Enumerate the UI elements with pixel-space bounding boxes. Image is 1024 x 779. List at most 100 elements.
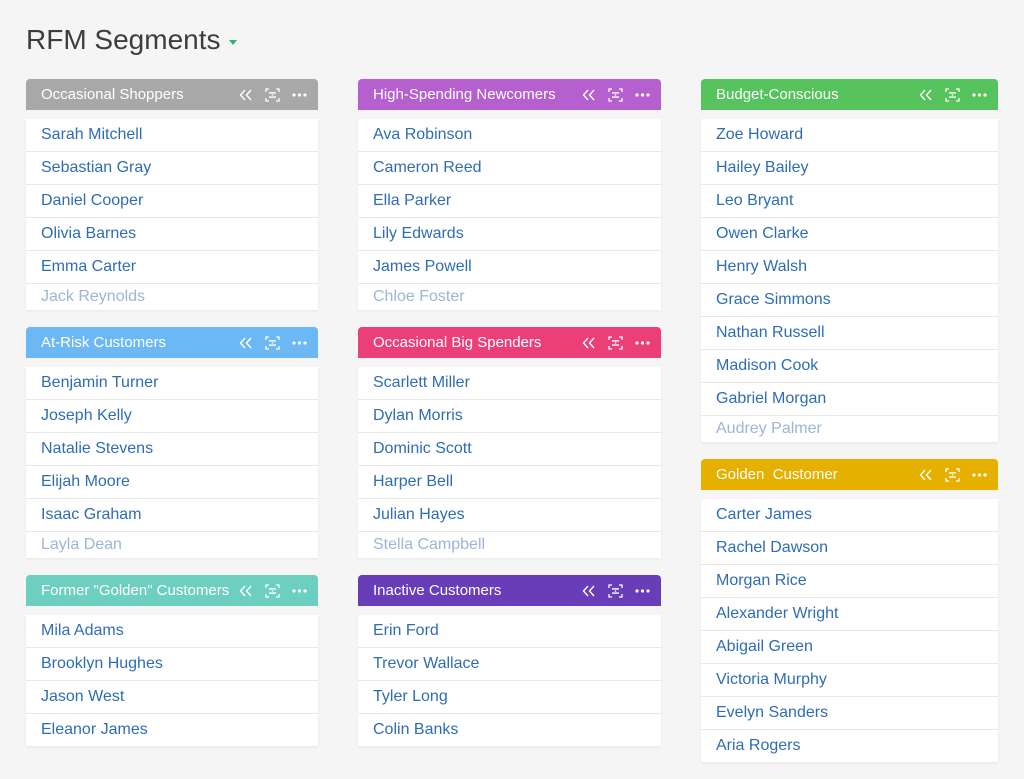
customer-card-lily-edwards[interactable]: Lily Edwards <box>358 218 661 251</box>
customer-card-grace-simmons[interactable]: Grace Simmons <box>701 284 998 317</box>
double-chevron-left-icon[interactable] <box>239 585 253 597</box>
customer-card-owen-clarke[interactable]: Owen Clarke <box>701 218 998 251</box>
group-occasional-shoppers: Occasional Shoppers Sarah Mitchell Sebasti… <box>26 79 318 310</box>
caret-down-icon[interactable] <box>228 39 237 45</box>
select-all-icon[interactable] <box>265 335 280 350</box>
group-title: Occasional Big Spenders <box>373 334 542 351</box>
customer-card-natalie-stevens[interactable]: Natalie Stevens <box>26 433 318 466</box>
customer-card-audrey-palmer[interactable]: Audrey Palmer <box>701 416 998 442</box>
group-title: Golden Customer <box>716 466 838 483</box>
more-horizontal-icon[interactable] <box>292 92 307 97</box>
customer-card-alexander-wright[interactable]: Alexander Wright <box>701 598 998 631</box>
select-all-icon[interactable] <box>265 583 280 598</box>
select-all-icon[interactable] <box>945 467 960 482</box>
double-chevron-left-icon[interactable] <box>582 89 596 101</box>
customer-card-carter-james[interactable]: Carter James <box>701 499 998 532</box>
customer-card-benjamin-turner[interactable]: Benjamin Turner <box>26 367 318 400</box>
customer-card-abigail-green[interactable]: Abigail Green <box>701 631 998 664</box>
customer-card-jason-west[interactable]: Jason West <box>26 681 318 714</box>
customer-card-gabriel-morgan[interactable]: Gabriel Morgan <box>701 383 998 416</box>
more-horizontal-icon[interactable] <box>635 92 650 97</box>
customer-card-colin-banks[interactable]: Colin Banks <box>358 714 661 746</box>
customer-card-brooklyn-hughes[interactable]: Brooklyn Hughes <box>26 648 318 681</box>
customer-card-zoe-howard[interactable]: Zoe Howard <box>701 119 998 152</box>
double-chevron-left-icon[interactable] <box>239 89 253 101</box>
double-chevron-left-icon[interactable] <box>919 89 933 101</box>
customer-card-elijah-moore[interactable]: Elijah Moore <box>26 466 318 499</box>
double-chevron-left-icon[interactable] <box>582 337 596 349</box>
double-chevron-left-icon[interactable] <box>919 469 933 481</box>
customer-card-trevor-wallace[interactable]: Trevor Wallace <box>358 648 661 681</box>
customer-card-eleanor-james[interactable]: Eleanor James <box>26 714 318 746</box>
double-chevron-left-icon[interactable] <box>582 585 596 597</box>
group-high-spending-newcomers: High-Spending Newcomers Ava Robinson Camer… <box>358 79 661 310</box>
group-header[interactable]: Former "Golden" Customers <box>26 575 318 606</box>
customer-card-rachel-dawson[interactable]: Rachel Dawson <box>701 532 998 565</box>
customer-card-olivia-barnes[interactable]: Olivia Barnes <box>26 218 318 251</box>
more-horizontal-icon[interactable] <box>972 92 987 97</box>
group-header[interactable]: Inactive Customers <box>358 575 661 606</box>
select-all-icon[interactable] <box>608 335 623 350</box>
double-chevron-left-icon[interactable] <box>239 337 253 349</box>
group-header[interactable]: Occasional Big Spenders <box>358 327 661 358</box>
card-list: Erin Ford Trevor Wallace Tyler Long Colin B… <box>358 615 661 746</box>
select-all-icon[interactable] <box>608 583 623 598</box>
customer-card-james-powell[interactable]: James Powell <box>358 251 661 284</box>
customer-card-aria-rogers[interactable]: Aria Rogers <box>701 730 998 762</box>
customer-card-harper-bell[interactable]: Harper Bell <box>358 466 661 499</box>
more-horizontal-icon[interactable] <box>292 588 307 593</box>
customer-card-hailey-bailey[interactable]: Hailey Bailey <box>701 152 998 185</box>
group-header-actions <box>239 583 307 598</box>
group-header[interactable]: Occasional Shoppers <box>26 79 318 110</box>
card-list: Sarah Mitchell Sebastian Gray Daniel Coope… <box>26 119 318 310</box>
more-horizontal-icon[interactable] <box>972 472 987 477</box>
select-all-icon[interactable] <box>945 87 960 102</box>
customer-card-isaac-graham[interactable]: Isaac Graham <box>26 499 318 532</box>
page-title[interactable]: RFM Segments <box>26 24 237 56</box>
customer-card-julian-hayes[interactable]: Julian Hayes <box>358 499 661 532</box>
customer-card-evelyn-sanders[interactable]: Evelyn Sanders <box>701 697 998 730</box>
more-horizontal-icon[interactable] <box>292 340 307 345</box>
group-header-actions <box>582 583 650 598</box>
customer-card-leo-bryant[interactable]: Leo Bryant <box>701 185 998 218</box>
group-header-actions <box>582 335 650 350</box>
customer-card-madison-cook[interactable]: Madison Cook <box>701 350 998 383</box>
customer-card-chloe-foster[interactable]: Chloe Foster <box>358 284 661 310</box>
customer-card-erin-ford[interactable]: Erin Ford <box>358 615 661 648</box>
card-list: Benjamin Turner Joseph Kelly Natalie Steve… <box>26 367 318 558</box>
customer-card-henry-walsh[interactable]: Henry Walsh <box>701 251 998 284</box>
group-former-golden-customers: Former "Golden" Customers Mila Adams Brook… <box>26 575 318 746</box>
group-title: Budget-Conscious <box>716 86 839 103</box>
group-budget-conscious: Budget-Conscious Zoe Howard Hailey Bailey L… <box>701 79 998 442</box>
customer-card-joseph-kelly[interactable]: Joseph Kelly <box>26 400 318 433</box>
customer-card-dominic-scott[interactable]: Dominic Scott <box>358 433 661 466</box>
customer-card-sebastian-gray[interactable]: Sebastian Gray <box>26 152 318 185</box>
customer-card-victoria-murphy[interactable]: Victoria Murphy <box>701 664 998 697</box>
group-header[interactable]: At-Risk Customers <box>26 327 318 358</box>
customer-card-nathan-russell[interactable]: Nathan Russell <box>701 317 998 350</box>
customer-card-layla-dean[interactable]: Layla Dean <box>26 532 318 558</box>
customer-card-ava-robinson[interactable]: Ava Robinson <box>358 119 661 152</box>
customer-card-dylan-morris[interactable]: Dylan Morris <box>358 400 661 433</box>
customer-card-emma-carter[interactable]: Emma Carter <box>26 251 318 284</box>
customer-card-tyler-long[interactable]: Tyler Long <box>358 681 661 714</box>
select-all-icon[interactable] <box>265 87 280 102</box>
more-horizontal-icon[interactable] <box>635 340 650 345</box>
customer-card-ella-parker[interactable]: Ella Parker <box>358 185 661 218</box>
column-2: High-Spending Newcomers Ava Robinson Camer… <box>358 79 661 763</box>
card-list: Mila Adams Brooklyn Hughes Jason West Elean… <box>26 615 318 746</box>
customer-card-stella-campbell[interactable]: Stella Campbell <box>358 532 661 558</box>
customer-card-jack-reynolds[interactable]: Jack Reynolds <box>26 284 318 310</box>
group-inactive-customers: Inactive Customers Erin Ford Trevor Wallac… <box>358 575 661 746</box>
group-header[interactable]: High-Spending Newcomers <box>358 79 661 110</box>
customer-card-scarlett-miller[interactable]: Scarlett Miller <box>358 367 661 400</box>
select-all-icon[interactable] <box>608 87 623 102</box>
customer-card-sarah-mitchell[interactable]: Sarah Mitchell <box>26 119 318 152</box>
customer-card-cameron-reed[interactable]: Cameron Reed <box>358 152 661 185</box>
group-header[interactable]: Golden Customer <box>701 459 998 490</box>
more-horizontal-icon[interactable] <box>635 588 650 593</box>
customer-card-morgan-rice[interactable]: Morgan Rice <box>701 565 998 598</box>
customer-card-mila-adams[interactable]: Mila Adams <box>26 615 318 648</box>
group-header[interactable]: Budget-Conscious <box>701 79 998 110</box>
customer-card-daniel-cooper[interactable]: Daniel Cooper <box>26 185 318 218</box>
